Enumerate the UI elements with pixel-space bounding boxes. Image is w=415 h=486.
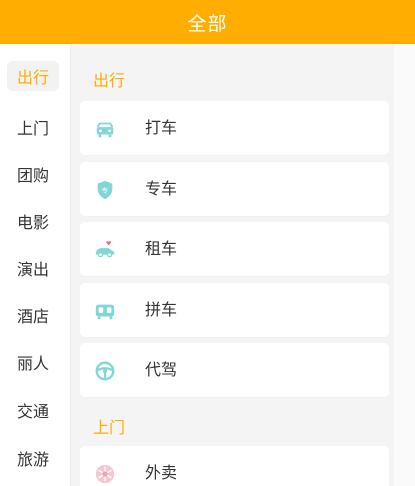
service-label: 拼车 (145, 300, 178, 319)
svg-text:专: 专 (102, 185, 108, 194)
takeout-icon (95, 464, 115, 484)
section-title-shangmen: 上门 (93, 418, 126, 437)
app-page: 全部 出行 上门 团购 电影 演出 酒店 丽人 交通 旅游 出行 打车 专 专车… (0, 0, 415, 486)
taxi-icon (96, 122, 114, 138)
service-card-waimai[interactable]: 外卖 (80, 446, 389, 486)
service-card-pinche[interactable]: 拼车 (80, 283, 389, 337)
sidebar-item-tuangou[interactable]: 团购 (7, 159, 59, 189)
page-title: 全部 (187, 12, 228, 35)
sidebar-item-liren[interactable]: 丽人 (7, 347, 59, 377)
service-label: 代驾 (145, 360, 178, 379)
category-sidebar: 出行 上门 团购 电影 演出 酒店 丽人 交通 旅游 (0, 44, 71, 486)
sidebar-item-lvyou[interactable]: 旅游 (7, 443, 59, 473)
service-card-daijia[interactable]: 代驾 (80, 343, 389, 397)
sidebar-item-chuxing[interactable]: 出行 (7, 61, 59, 91)
service-label: 外卖 (145, 463, 178, 482)
top-bar: 全部 (0, 0, 415, 44)
sidebar-item-shangmen[interactable]: 上门 (7, 112, 59, 142)
service-label: 租车 (145, 239, 178, 258)
carpool-icon (95, 304, 115, 320)
service-card-zuche[interactable]: 租车 (80, 222, 389, 276)
sidebar-item-jiaotong[interactable]: 交通 (7, 395, 59, 425)
steering-wheel-icon (95, 361, 115, 381)
sidebar-item-dianying[interactable]: 电影 (7, 206, 59, 236)
rental-car-icon (95, 241, 115, 258)
section-title-chuxing: 出行 (93, 71, 126, 90)
service-card-dache[interactable]: 打车 (80, 101, 389, 155)
sidebar-item-yanchu[interactable]: 演出 (7, 253, 59, 283)
service-label: 专车 (145, 179, 178, 198)
sidebar-item-jiudian[interactable]: 酒店 (7, 300, 59, 330)
content-area: 出行 打车 专 专车 租车 拼车 代驾 上门 外卖 (71, 44, 415, 486)
service-label: 打车 (145, 118, 178, 137)
right-edge-strip (394, 44, 415, 486)
service-card-zhuanche[interactable]: 专 专车 (80, 162, 389, 216)
shield-car-icon: 专 (97, 180, 113, 200)
